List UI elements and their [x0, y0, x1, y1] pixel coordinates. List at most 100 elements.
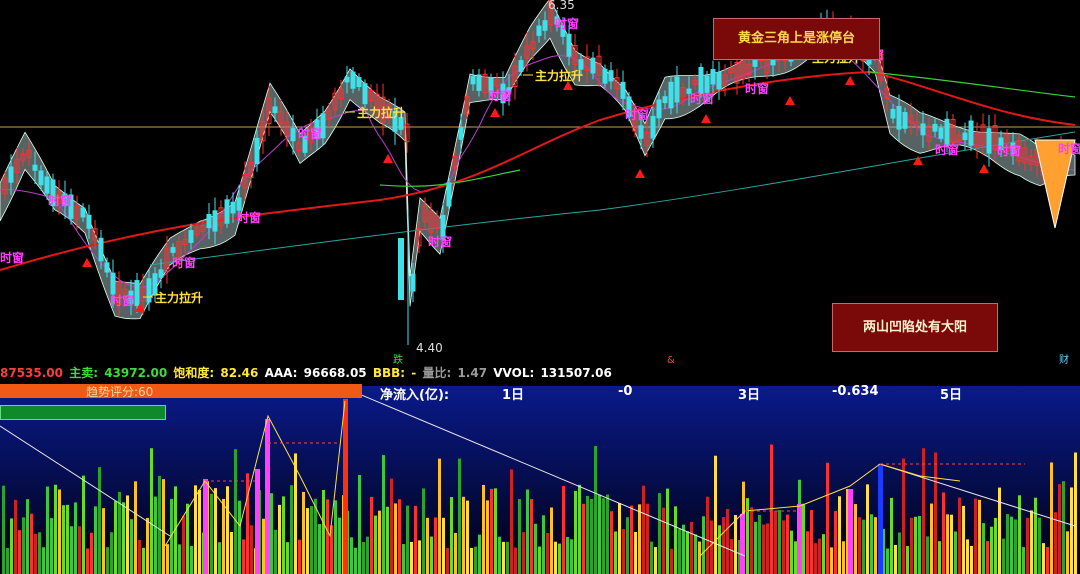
- volume-bar: [690, 521, 693, 574]
- candle-body: [536, 25, 542, 36]
- vvol-label: VVOL:: [493, 366, 535, 380]
- volume-bar: [382, 455, 385, 574]
- signal-label: 时窗: [428, 234, 452, 249]
- volume-bar: [966, 539, 969, 574]
- volume-bar: [158, 475, 161, 574]
- highlight-bar: [265, 419, 270, 574]
- volume-bar: [734, 515, 737, 574]
- signal-label: 时窗: [298, 126, 322, 141]
- volume-bar: [1006, 514, 1009, 574]
- volume-bar: [190, 545, 193, 574]
- buy-arrow-icon: [979, 164, 989, 173]
- volume-bar: [834, 510, 837, 574]
- volume-bar: [582, 503, 585, 574]
- candle-body: [254, 137, 260, 165]
- volume-bar: [322, 489, 325, 574]
- vvol-value: 131507.06: [540, 366, 612, 380]
- volume-bar: [998, 487, 1001, 574]
- candle-body: [356, 77, 362, 88]
- volume-bar: [762, 524, 765, 574]
- volume-bar: [986, 541, 989, 574]
- buy-arrow-icon: [82, 258, 92, 267]
- volume-bar: [498, 536, 501, 574]
- volume-bar: [626, 517, 629, 574]
- volume-bar: [50, 518, 53, 574]
- volume-bar: [746, 498, 749, 574]
- volume-bar: [446, 547, 449, 574]
- volume-bar: [970, 545, 973, 574]
- volume-bar: [414, 505, 417, 574]
- signal-label: 时窗: [48, 193, 72, 208]
- volume-bar: [482, 484, 485, 574]
- volume-bar: [178, 544, 181, 574]
- volume-bar: [902, 458, 905, 574]
- volume-bar: [462, 496, 465, 574]
- volume-bar: [406, 505, 409, 574]
- volume-bar: [122, 502, 125, 574]
- candle-body: [968, 120, 974, 146]
- candle-body: [272, 106, 278, 114]
- main-force-label: 主力拉升: [155, 290, 203, 305]
- volume-bar: [1074, 452, 1077, 574]
- volume-bar: [870, 514, 873, 574]
- volume-bar: [234, 449, 237, 574]
- volume-bar: [654, 547, 657, 574]
- candle-body: [920, 123, 926, 136]
- volume-bar: [454, 532, 457, 574]
- main-buy-value: 87535.00: [0, 366, 64, 380]
- volume-bar: [526, 489, 529, 574]
- volume-ratio-value: 1.47: [457, 366, 488, 380]
- volume-bar: [298, 539, 301, 574]
- volume-bar: [246, 473, 249, 574]
- inflow-3d-value: -0.634: [832, 384, 879, 399]
- volume-bar: [222, 498, 225, 574]
- volume-bar: [750, 507, 753, 574]
- volume-bar: [150, 448, 153, 574]
- volume-bar: [686, 531, 689, 574]
- volume-bar: [726, 509, 729, 574]
- volume-bar: [186, 503, 189, 574]
- volume-bar: [950, 514, 953, 574]
- volume-bar: [578, 484, 581, 574]
- volume-bar: [242, 539, 245, 574]
- volume-bar: [702, 516, 705, 574]
- volume-bar: [410, 541, 413, 574]
- volume-bar: [74, 502, 77, 574]
- volume-bar: [138, 539, 141, 574]
- volume-bar: [38, 532, 41, 574]
- volume-bar: [70, 526, 73, 574]
- candle-body: [662, 96, 668, 104]
- volume-bar: [886, 548, 889, 574]
- volume-bar: [274, 529, 277, 574]
- volume-bar: [906, 546, 909, 574]
- main-force-label: 主力拉升: [535, 68, 583, 83]
- volume-bar: [230, 532, 233, 574]
- volume-bar: [422, 488, 425, 574]
- volume-bar: [10, 518, 13, 574]
- volume-bar: [958, 497, 961, 574]
- volume-bar: [830, 547, 833, 574]
- volume-bar: [642, 485, 645, 574]
- volume-bar: [326, 499, 329, 574]
- volume-bar: [1026, 517, 1029, 574]
- candle-body: [578, 59, 584, 70]
- volume-bar: [362, 541, 365, 574]
- volume-bar: [110, 532, 113, 574]
- volume-bar: [438, 458, 441, 574]
- main-sell-value: 43972.00: [104, 366, 168, 380]
- volume-bar: [874, 517, 877, 574]
- volume-bar: [622, 529, 625, 574]
- axis-marker-mid: &: [667, 355, 675, 364]
- volume-bar: [78, 526, 81, 574]
- volume-bar: [854, 504, 857, 574]
- volume-bar: [290, 485, 293, 574]
- volume-bar: [374, 515, 377, 574]
- volume-bar: [486, 500, 489, 574]
- volume-bar: [366, 536, 369, 574]
- volume-bar: [294, 453, 297, 574]
- candle-body: [362, 83, 368, 105]
- volume-bar: [250, 525, 253, 574]
- candle-body: [650, 115, 656, 139]
- volume-bar: [718, 525, 721, 574]
- candle-body: [944, 118, 950, 145]
